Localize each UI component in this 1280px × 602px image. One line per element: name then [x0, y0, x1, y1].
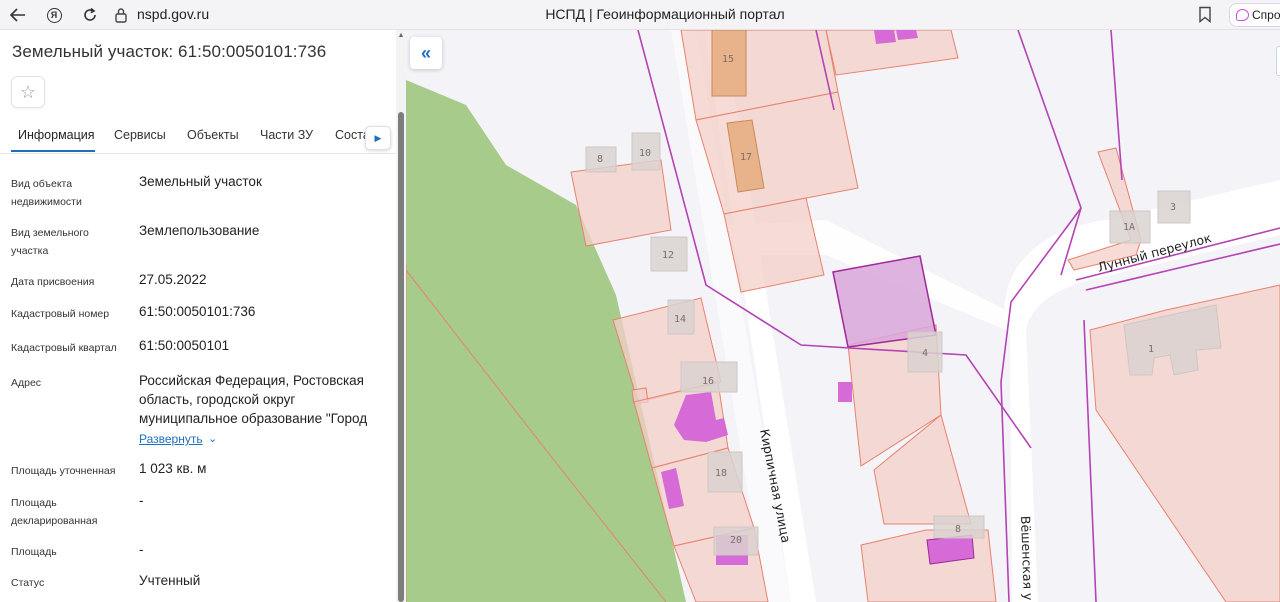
house-number: 4: [922, 348, 928, 359]
field-value: Российская Федерация, Ростовская область…: [139, 373, 368, 426]
double-chevron-left-icon: «: [420, 42, 431, 63]
collapse-panel-button[interactable]: «: [410, 37, 442, 69]
expand-link[interactable]: Развернуть: [139, 432, 203, 446]
info-panel: Земельный участок: 61:50:0050101:736 ☆ И…: [0, 30, 406, 602]
scroll-up-icon[interactable]: ▲: [396, 32, 406, 42]
field-value: Учтенный: [139, 573, 201, 588]
field-label: Площадь уточненная: [11, 465, 116, 477]
tab-bar: Информация Сервисы Объекты Части ЗУ Сост…: [0, 122, 396, 154]
parcel-8[interactable]: [570, 159, 672, 247]
house-number: 20: [730, 535, 742, 546]
field-value: 1 023 кв. м: [139, 461, 207, 476]
building-4-small[interactable]: [838, 382, 852, 402]
tab-objects[interactable]: Объекты: [187, 128, 239, 142]
active-tab-indicator: [11, 150, 95, 152]
field-value: 61:50:0050101:736: [139, 304, 256, 319]
bookmark-icon[interactable]: [1198, 6, 1212, 23]
tab-parts[interactable]: Части ЗУ: [260, 128, 313, 142]
house-number: 18: [715, 468, 727, 479]
building-magenta-top[interactable]: [874, 30, 896, 44]
tab-information[interactable]: Информация: [18, 128, 95, 142]
tab-services[interactable]: Сервисы: [114, 128, 166, 142]
house-number: 1А: [1123, 222, 1135, 233]
field-label: Кадастровый квартал: [11, 342, 117, 354]
field-label: Вид земельного участка: [11, 227, 89, 257]
street-label-veshenskaya: Вёшенская у: [1018, 516, 1036, 602]
house-number: 15: [722, 54, 734, 65]
field-value: Землепользование: [139, 223, 260, 238]
house-number: 12: [662, 250, 674, 261]
field-value: -: [139, 542, 144, 557]
favorite-button[interactable]: ☆: [11, 76, 45, 108]
browser-toolbar: Я nspd.gov.ru НСПД | Геоинформационный п…: [0, 0, 1280, 30]
field-label: Площадь декларированная: [11, 497, 98, 527]
house-number: 16: [702, 376, 714, 387]
house-number: 8: [955, 524, 961, 535]
house-number: 10: [639, 148, 651, 159]
field-label: Статус: [11, 577, 45, 589]
map-side-tool-button[interactable]: [1276, 46, 1280, 76]
field-value: 61:50:0050101: [139, 338, 230, 353]
field-label: Площадь: [11, 546, 57, 558]
star-icon: ☆: [19, 81, 37, 102]
back-arrow-icon[interactable]: [6, 3, 30, 27]
ask-button[interactable]: Спросить: [1229, 3, 1280, 27]
field-value: 27.05.2022: [139, 272, 207, 287]
field-label: Кадастровый номер: [11, 308, 110, 320]
chat-bubble-icon: [1236, 9, 1249, 21]
tabs-next-button[interactable]: ▶: [365, 126, 391, 150]
field-value: -: [139, 493, 144, 508]
yandex-icon[interactable]: Я: [42, 3, 66, 27]
field-value: Земельный участок: [139, 174, 262, 189]
lock-icon[interactable]: [114, 7, 128, 23]
house-number: 14: [674, 314, 686, 325]
panel-title: Земельный участок: 61:50:0050101:736: [12, 42, 327, 61]
chevron-down-icon[interactable]: ⌄: [208, 432, 217, 445]
field-label: Дата присвоения: [11, 276, 95, 288]
house-number: 8: [597, 154, 603, 165]
parcel-road-side[interactable]: [723, 197, 825, 293]
house-number: 17: [740, 152, 752, 163]
triangle-right-icon: ▶: [374, 132, 382, 143]
address-bar-url[interactable]: nspd.gov.ru: [137, 6, 209, 22]
map-view[interactable]: 15 17 8 10 12 14 16 18 20 4 8 1А 3 1 Кир…: [406, 30, 1280, 602]
house-number: 3: [1170, 202, 1176, 213]
field-label: Вид объекта недвижимости: [11, 178, 82, 208]
reload-icon[interactable]: [78, 3, 102, 27]
field-label: Адрес: [11, 377, 42, 389]
scrollbar-thumb[interactable]: [398, 112, 404, 602]
house-number: 1: [1148, 344, 1154, 355]
